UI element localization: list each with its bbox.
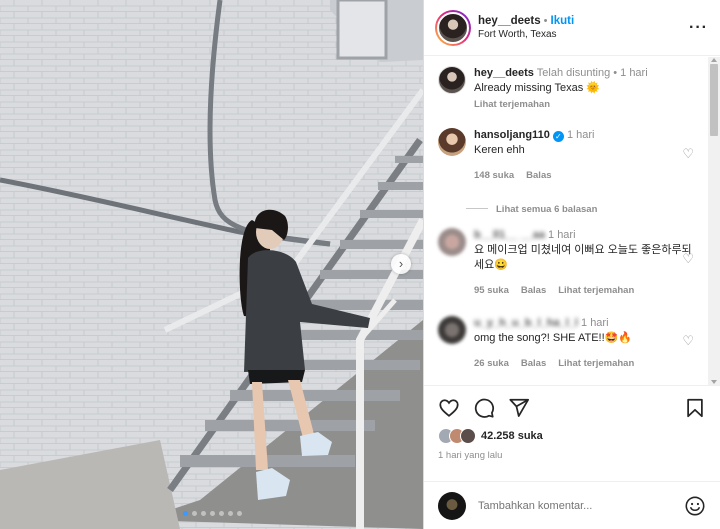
view-replies-toggle[interactable]: Lihat semua 6 balasan: [466, 202, 708, 217]
translate-link[interactable]: Lihat terjemahan: [558, 285, 634, 296]
comment-text: 요 메이크업 미쳤네여 이뻐요 오늘도 좋은하루되세요😀: [474, 244, 692, 271]
more-options-icon[interactable]: ···: [689, 19, 708, 37]
current-user-avatar: [438, 491, 466, 520]
carousel-dot: [192, 511, 197, 516]
add-comment-input[interactable]: [478, 499, 684, 512]
scroll-down-arrow-icon[interactable]: [711, 380, 717, 384]
likes-count[interactable]: 42.258 suka: [481, 430, 543, 442]
translate-link[interactable]: Lihat terjemahan: [558, 358, 634, 369]
caption-text: Already missing Texas 🌞: [474, 82, 600, 94]
comment-item: b__ll1__ __aa 1 hari 요 메이크업 미쳤네여 이뻐요 오늘도…: [438, 228, 708, 298]
carousel-indicator: [183, 511, 242, 516]
comments-scrollbar[interactable]: [708, 57, 720, 385]
commenter-username[interactable]: u_y_h_u_b_l_ha_l_l: [474, 317, 578, 329]
comment-like-heart-icon[interactable]: ♡: [682, 146, 694, 162]
verified-badge-icon: ✓: [552, 131, 564, 142]
comment-like-heart-icon[interactable]: ♡: [682, 333, 694, 349]
comment-likes[interactable]: 148 suka: [474, 170, 514, 181]
caption-username[interactable]: hey__deets: [474, 67, 534, 79]
carousel-dot: [183, 511, 188, 516]
comment-like-heart-icon[interactable]: ♡: [682, 251, 694, 267]
carousel-dot: [210, 511, 215, 516]
carousel-dot: [228, 511, 233, 516]
comment-likes[interactable]: 95 suka: [474, 285, 509, 296]
add-comment-bar: [424, 481, 720, 529]
comment-time: 1 hari: [581, 317, 609, 329]
author-username[interactable]: hey__deets: [478, 15, 541, 27]
comment-text: Keren ehh: [474, 144, 525, 156]
bookmark-icon[interactable]: [684, 397, 706, 419]
comment-item: u_y_h_u_b_l_ha_l_l 1 hari omg the song?!…: [438, 316, 708, 371]
instagram-post-modal: › hey__deets • Ikuti Fort Worth, Texas ···: [0, 0, 720, 529]
reply-button[interactable]: Balas: [521, 358, 546, 369]
commenter-username[interactable]: b__ll1__ __aa: [474, 229, 545, 241]
carousel-next-button[interactable]: ›: [391, 254, 411, 274]
post-header: hey__deets • Ikuti Fort Worth, Texas ···: [424, 0, 720, 56]
post-caption: hey__deets Telah disunting • 1 hari Alre…: [438, 66, 708, 112]
commenter-username[interactable]: hansoljang110: [474, 129, 550, 141]
carousel-dot: [201, 511, 206, 516]
caption-translate-link[interactable]: Lihat terjemahan: [474, 97, 708, 112]
caption-avatar[interactable]: [438, 66, 466, 94]
comment-item: hansoljang110 ✓ 1 hari Keren ehh 148 suk…: [438, 128, 708, 217]
comment-text: omg the song?! SHE ATE!!🤩🔥: [474, 332, 633, 344]
comments-list[interactable]: hey__deets Telah disunting • 1 hari Alre…: [424, 57, 708, 385]
author-avatar[interactable]: [435, 9, 471, 46]
comment-time: 1 hari: [566, 129, 595, 141]
commenter-avatar[interactable]: [438, 228, 466, 256]
reply-button[interactable]: Balas: [521, 285, 546, 296]
follow-button[interactable]: Ikuti: [551, 15, 575, 27]
heart-icon[interactable]: [438, 397, 460, 419]
photo-illustration: [0, 0, 423, 529]
smiley-icon[interactable]: [684, 495, 706, 517]
comment-bubble-icon[interactable]: [473, 397, 495, 419]
comment-time: 1 hari: [548, 229, 576, 241]
carousel-dot: [237, 511, 242, 516]
paper-plane-icon[interactable]: [508, 397, 530, 419]
header-separator: •: [543, 14, 548, 27]
liker-avatar: [460, 428, 476, 444]
post-action-bar: [438, 397, 706, 423]
view-replies-label[interactable]: Lihat semua 6 balasan: [496, 204, 597, 215]
commenter-avatar[interactable]: [438, 128, 466, 156]
scroll-up-arrow-icon[interactable]: [711, 58, 717, 62]
post-photo[interactable]: ›: [0, 0, 423, 529]
carousel-dot: [219, 511, 224, 516]
likes-summary[interactable]: 42.258 suka: [438, 428, 543, 444]
post-side-panel: hey__deets • Ikuti Fort Worth, Texas ··· h…: [423, 0, 720, 529]
reply-button[interactable]: Balas: [526, 170, 551, 181]
scrollbar-thumb[interactable]: [710, 64, 718, 136]
commenter-avatar[interactable]: [438, 316, 466, 344]
caption-meta: Telah disunting • 1 hari: [536, 67, 648, 79]
comment-likes[interactable]: 26 suka: [474, 358, 509, 369]
post-timestamp[interactable]: 1 hari yang lalu: [438, 450, 502, 461]
post-location[interactable]: Fort Worth, Texas: [478, 28, 689, 42]
